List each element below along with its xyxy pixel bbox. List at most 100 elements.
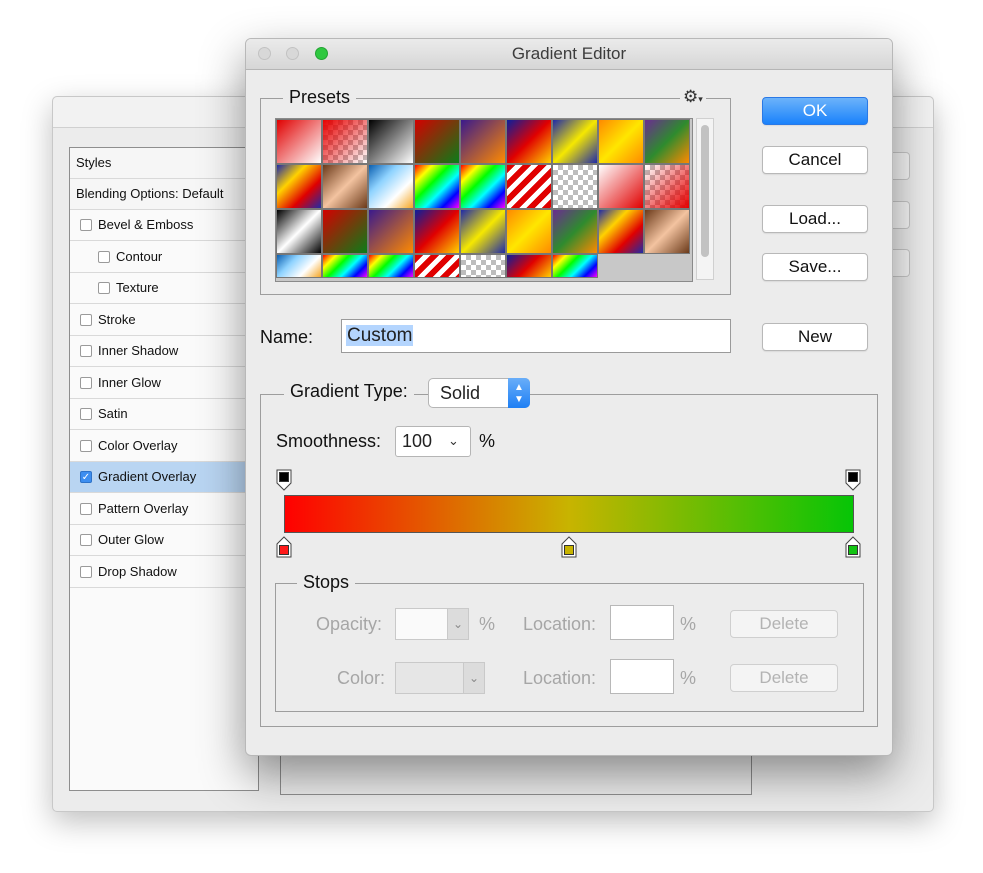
style-checkbox[interactable] bbox=[98, 251, 110, 263]
styles-header[interactable]: Styles bbox=[70, 148, 258, 179]
style-checkbox[interactable] bbox=[80, 345, 92, 357]
preset-swatch[interactable] bbox=[644, 209, 690, 254]
preset-swatch[interactable] bbox=[460, 209, 506, 254]
color-swatch-field[interactable]: ⌄ bbox=[395, 662, 485, 694]
gradient-preview-bar[interactable] bbox=[284, 495, 854, 533]
opacity-stop[interactable] bbox=[276, 469, 292, 491]
preset-swatch[interactable] bbox=[368, 209, 414, 254]
style-item-contour[interactable]: Contour bbox=[70, 242, 258, 273]
delete-color-stop-button[interactable]: Delete bbox=[730, 664, 838, 692]
preset-swatch[interactable] bbox=[552, 119, 598, 164]
select-stepper-icon: ▲▼ bbox=[508, 378, 530, 408]
style-checkbox[interactable] bbox=[80, 534, 92, 546]
new-button[interactable]: New bbox=[762, 323, 868, 351]
preset-swatch[interactable] bbox=[414, 164, 460, 209]
preset-swatch[interactable] bbox=[644, 164, 690, 209]
preset-swatch[interactable] bbox=[322, 209, 368, 254]
preset-swatch[interactable] bbox=[506, 164, 552, 209]
blending-options-item[interactable]: Blending Options: Default bbox=[70, 179, 258, 210]
preset-swatch[interactable] bbox=[276, 119, 322, 164]
load-button[interactable]: Load... bbox=[762, 205, 868, 233]
preset-swatch[interactable] bbox=[552, 254, 598, 278]
opacity-location-label: Location: bbox=[523, 614, 596, 635]
preset-swatch[interactable] bbox=[460, 164, 506, 209]
style-item-inner-glow[interactable]: Inner Glow bbox=[70, 368, 258, 399]
style-item-pattern-overlay[interactable]: Pattern Overlay bbox=[70, 494, 258, 525]
style-item-satin[interactable]: Satin bbox=[70, 399, 258, 430]
ok-button[interactable]: OK bbox=[762, 97, 868, 125]
preset-swatch[interactable] bbox=[460, 119, 506, 164]
color-stop[interactable] bbox=[276, 536, 292, 558]
style-item-label: Satin bbox=[98, 399, 128, 429]
preset-swatch[interactable] bbox=[644, 119, 690, 164]
layer-style-button-edge[interactable] bbox=[891, 201, 910, 229]
style-item-texture[interactable]: Texture bbox=[70, 273, 258, 304]
color-location-percent: % bbox=[680, 668, 696, 689]
preset-swatch[interactable] bbox=[414, 119, 460, 164]
preset-swatch[interactable] bbox=[460, 254, 506, 278]
opacity-location-input[interactable] bbox=[610, 605, 674, 640]
style-checkbox[interactable] bbox=[80, 566, 92, 578]
preset-swatch[interactable] bbox=[276, 164, 322, 209]
style-item-color-overlay[interactable]: Color Overlay bbox=[70, 431, 258, 462]
preset-swatch[interactable] bbox=[322, 119, 368, 164]
presets-swatch-grid bbox=[275, 118, 693, 282]
preset-swatch[interactable] bbox=[598, 119, 644, 164]
style-checkbox[interactable] bbox=[80, 219, 92, 231]
name-input[interactable]: Custom bbox=[341, 319, 731, 353]
chevron-down-icon[interactable]: ⌄ bbox=[447, 608, 469, 640]
preset-swatch[interactable] bbox=[552, 164, 598, 209]
delete-opacity-stop-button[interactable]: Delete bbox=[730, 610, 838, 638]
preset-swatch[interactable] bbox=[322, 254, 368, 278]
stops-legend: Stops bbox=[297, 572, 355, 593]
style-item-inner-shadow[interactable]: Inner Shadow bbox=[70, 336, 258, 367]
stops-group bbox=[275, 583, 864, 712]
styles-header-label: Styles bbox=[76, 148, 111, 178]
layer-style-button-edge[interactable] bbox=[891, 152, 910, 180]
save-button[interactable]: Save... bbox=[762, 253, 868, 281]
presets-scroll-thumb[interactable] bbox=[701, 125, 709, 257]
style-item-label: Color Overlay bbox=[98, 431, 177, 461]
preset-swatch[interactable] bbox=[276, 254, 322, 278]
style-checkbox[interactable] bbox=[80, 314, 92, 326]
chevron-down-icon[interactable]: ⌄ bbox=[463, 662, 485, 694]
presets-scrollbar[interactable] bbox=[696, 118, 714, 280]
style-item-drop-shadow[interactable]: Drop Shadow bbox=[70, 557, 258, 588]
style-item-bevel-emboss[interactable]: Bevel & Emboss bbox=[70, 210, 258, 241]
preset-swatch[interactable] bbox=[506, 119, 552, 164]
layer-style-button-edge[interactable] bbox=[891, 249, 910, 277]
style-item-outer-glow[interactable]: Outer Glow bbox=[70, 525, 258, 556]
preset-swatch[interactable] bbox=[552, 209, 598, 254]
style-checkbox[interactable] bbox=[98, 282, 110, 294]
opacity-location-percent: % bbox=[680, 614, 696, 635]
preset-swatch[interactable] bbox=[322, 164, 368, 209]
opacity-field[interactable]: ⌄ bbox=[395, 608, 469, 640]
style-checkbox[interactable] bbox=[80, 440, 92, 452]
color-stop[interactable] bbox=[845, 536, 861, 558]
style-checkbox[interactable] bbox=[80, 377, 92, 389]
preset-swatch[interactable] bbox=[598, 209, 644, 254]
preset-swatch[interactable] bbox=[368, 164, 414, 209]
chevron-down-icon: ⌄ bbox=[448, 427, 459, 455]
preset-swatch[interactable] bbox=[414, 209, 460, 254]
style-item-stroke[interactable]: Stroke bbox=[70, 305, 258, 336]
style-checkbox[interactable]: ✓ bbox=[80, 471, 92, 483]
preset-swatch[interactable] bbox=[414, 254, 460, 278]
preset-swatch[interactable] bbox=[368, 254, 414, 278]
cancel-button[interactable]: Cancel bbox=[762, 146, 868, 174]
color-label: Color: bbox=[337, 668, 385, 689]
style-checkbox[interactable] bbox=[80, 408, 92, 420]
gradient-type-select[interactable]: Solid ▲▼ bbox=[428, 378, 530, 408]
preset-swatch[interactable] bbox=[368, 119, 414, 164]
style-item-gradient-overlay[interactable]: ✓Gradient Overlay bbox=[70, 462, 258, 493]
preset-swatch[interactable] bbox=[506, 209, 552, 254]
preset-swatch[interactable] bbox=[506, 254, 552, 278]
color-stop[interactable] bbox=[561, 536, 577, 558]
gear-icon[interactable]: ⚙▾ bbox=[680, 87, 706, 109]
preset-swatch[interactable] bbox=[276, 209, 322, 254]
color-location-input[interactable] bbox=[610, 659, 674, 694]
preset-swatch[interactable] bbox=[598, 164, 644, 209]
style-checkbox[interactable] bbox=[80, 503, 92, 515]
opacity-stop[interactable] bbox=[845, 469, 861, 491]
smoothness-select[interactable]: 100 ⌄ bbox=[395, 426, 471, 457]
